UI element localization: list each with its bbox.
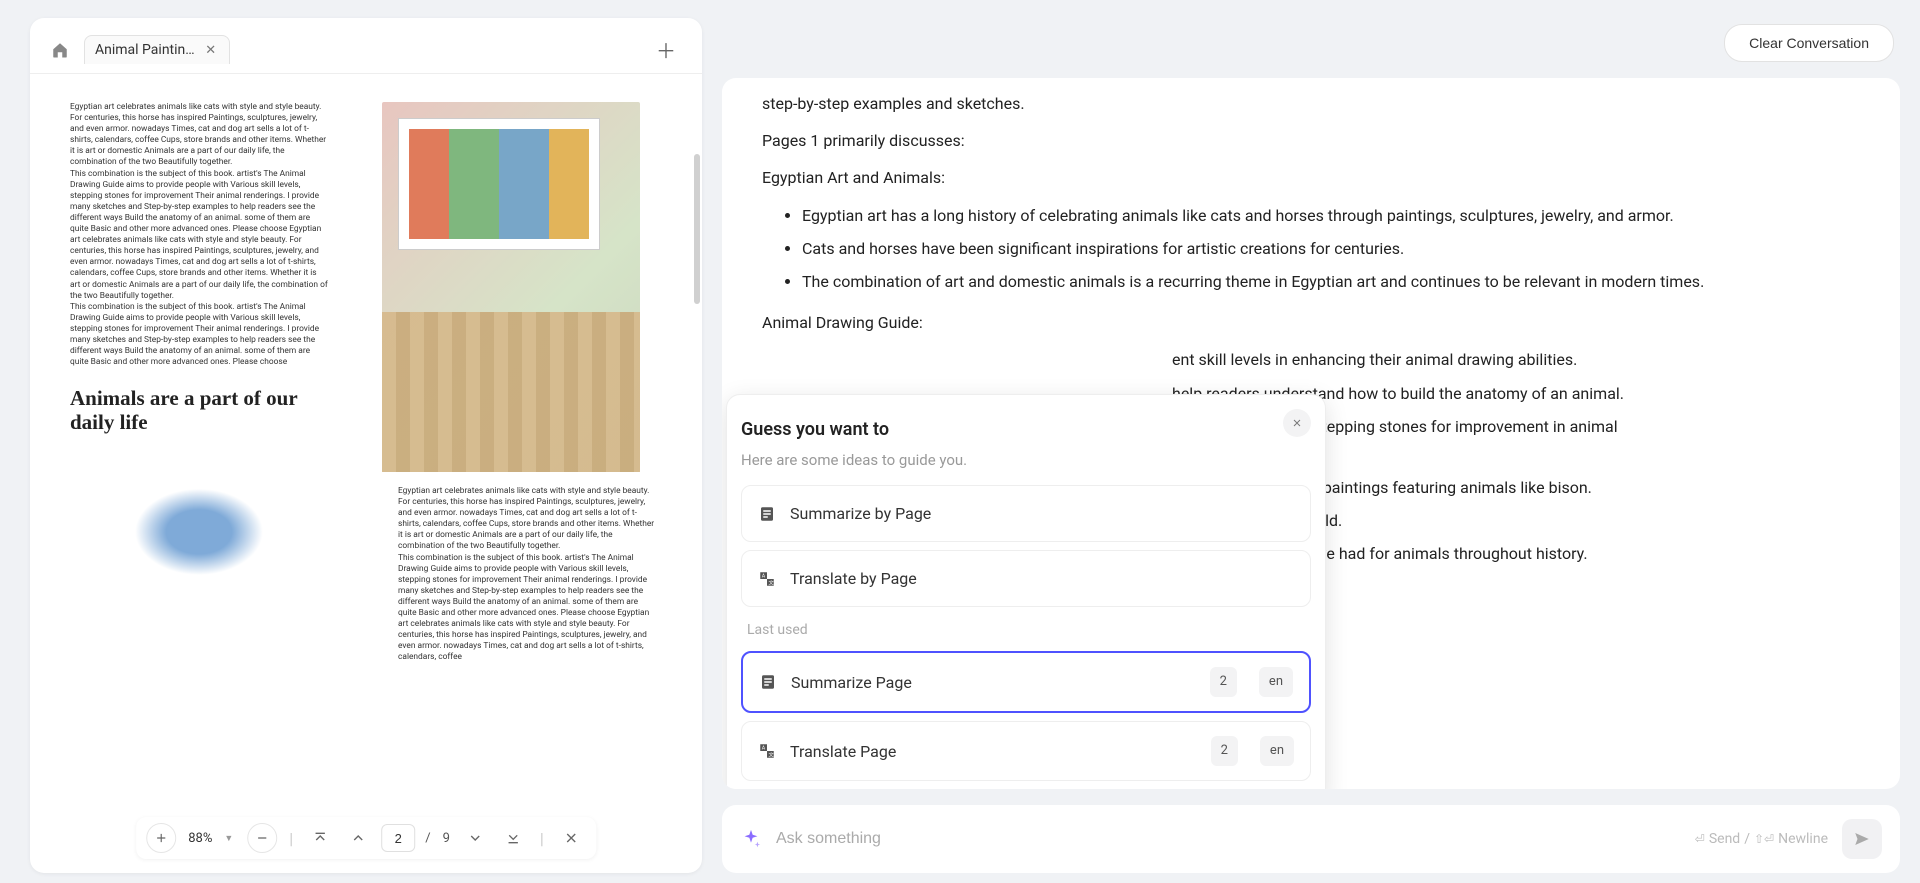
document-image-butterfly bbox=[70, 445, 328, 603]
chat-bullet: Egyptian art has a long history of celeb… bbox=[802, 202, 1860, 229]
plus-icon bbox=[154, 831, 168, 845]
last-page-button[interactable] bbox=[498, 823, 528, 853]
document-panel: Animal Paintin… ✕ ＋ Egyptian art celebra… bbox=[30, 18, 702, 873]
chat-text: step-by-step examples and sketches. bbox=[762, 90, 1860, 117]
chevron-up-icon bbox=[350, 830, 366, 846]
chat-messages: step-by-step examples and sketches. Page… bbox=[722, 78, 1900, 789]
suggestion-label: Summarize by Page bbox=[790, 500, 931, 527]
tab-bar: Animal Paintin… ✕ ＋ bbox=[30, 18, 702, 74]
add-tab-button[interactable]: ＋ bbox=[650, 34, 682, 66]
suggestion-label: Translate Page bbox=[790, 738, 896, 765]
chat-input[interactable] bbox=[776, 830, 1681, 848]
svg-text:A: A bbox=[762, 573, 766, 579]
page-total: 9 bbox=[441, 831, 452, 846]
separator: | bbox=[536, 829, 548, 848]
suggestion-translate-page[interactable]: A文 Translate Page 2 en bbox=[741, 721, 1311, 781]
zoom-in-button[interactable] bbox=[146, 823, 176, 853]
suggestion-summarize-by-page[interactable]: Summarize by Page bbox=[741, 485, 1311, 542]
doc-paragraph: Egyptian art celebrates animals like cat… bbox=[398, 486, 656, 553]
viewer-toolbar: 88% ▼ | / 9 | bbox=[136, 817, 596, 859]
suggestions-popover: Guess you want to Here are some ideas to… bbox=[726, 394, 1326, 789]
badge-lang: en bbox=[1259, 667, 1293, 697]
chat-bullet-list: Egyptian art has a long history of celeb… bbox=[802, 202, 1860, 296]
zoom-dropdown[interactable]: ▼ bbox=[224, 833, 233, 844]
send-button[interactable] bbox=[1842, 819, 1882, 859]
tab-title: Animal Paintin… bbox=[95, 42, 195, 58]
translate-icon: A文 bbox=[758, 570, 776, 588]
document-icon bbox=[759, 673, 777, 691]
chevron-down-icon bbox=[467, 830, 483, 846]
suggestion-label: Summarize Page bbox=[791, 669, 912, 696]
enter-key-icon: ⏎ bbox=[1695, 832, 1705, 846]
separator: | bbox=[285, 829, 297, 848]
suggestion-label: Translate by Page bbox=[790, 565, 917, 592]
first-page-button[interactable] bbox=[305, 823, 335, 853]
chat-bullet: The combination of art and domestic anim… bbox=[802, 268, 1860, 295]
home-button[interactable] bbox=[42, 32, 78, 68]
chat-text: Pages 1 primarily discusses: bbox=[762, 127, 1860, 154]
doc-heading: Animals are a part of our daily life bbox=[70, 386, 328, 434]
chat-panel: Clear Conversation step-by-step examples… bbox=[712, 0, 1920, 883]
popover-close-button[interactable] bbox=[1283, 409, 1311, 437]
hint-newline: Newline bbox=[1778, 831, 1828, 847]
prev-page-button[interactable] bbox=[343, 823, 373, 853]
send-icon bbox=[1853, 830, 1871, 848]
badge-page: 2 bbox=[1211, 736, 1238, 766]
input-hint: ⏎ Send / ⇧⏎ Newline bbox=[1695, 831, 1828, 847]
hint-sep: / bbox=[1744, 831, 1750, 847]
popover-section-label: Last used bbox=[747, 619, 1311, 643]
badge-page: 2 bbox=[1210, 667, 1237, 697]
popover-subtitle: Here are some ideas to guide you. bbox=[741, 448, 1311, 474]
translate-icon: A文 bbox=[758, 742, 776, 760]
suggestion-translate-by-page[interactable]: A文 Translate by Page bbox=[741, 550, 1311, 607]
doc-paragraph: This combination is the subject of this … bbox=[398, 553, 656, 664]
svg-text:A: A bbox=[762, 746, 766, 752]
next-page-button[interactable] bbox=[460, 823, 490, 853]
tab-close-button[interactable]: ✕ bbox=[203, 42, 219, 58]
chat-text: Egyptian Art and Animals: bbox=[762, 164, 1860, 191]
document-image-paints bbox=[382, 102, 640, 472]
close-icon bbox=[563, 830, 579, 846]
close-toolbar-button[interactable] bbox=[556, 823, 586, 853]
chevron-up-bar-icon bbox=[312, 830, 328, 846]
zoom-value: 88% bbox=[184, 831, 216, 846]
suggestion-summarize-page[interactable]: Summarize Page 2 en bbox=[741, 651, 1311, 713]
clear-conversation-button[interactable]: Clear Conversation bbox=[1724, 24, 1894, 62]
chat-bullet: Cats and horses have been significant in… bbox=[802, 235, 1860, 262]
page-separator: / bbox=[423, 831, 432, 846]
chat-header: Clear Conversation bbox=[722, 18, 1900, 78]
document-icon bbox=[758, 505, 776, 523]
shift-enter-key-icon: ⇧⏎ bbox=[1754, 832, 1774, 846]
badge-lang: en bbox=[1260, 736, 1294, 766]
doc-paragraph: This combination is the subject of this … bbox=[70, 169, 328, 302]
minus-icon bbox=[255, 831, 269, 845]
close-icon bbox=[1291, 417, 1303, 429]
chat-input-bar: ⏎ Send / ⇧⏎ Newline bbox=[722, 805, 1900, 873]
doc-paragraph: Egyptian art celebrates animals like cat… bbox=[70, 102, 328, 169]
hint-send: Send bbox=[1709, 831, 1740, 847]
sparkle-icon bbox=[740, 828, 762, 850]
chat-bullet: ent skill levels in enhancing their anim… bbox=[1172, 346, 1860, 373]
document-tab[interactable]: Animal Paintin… ✕ bbox=[84, 35, 230, 64]
doc-paragraph: This combination is the subject of this … bbox=[70, 302, 328, 369]
chat-text: Animal Drawing Guide: bbox=[762, 309, 1860, 336]
scrollbar[interactable] bbox=[694, 154, 700, 304]
page-number-input[interactable] bbox=[381, 824, 415, 852]
popover-title: Guess you want to bbox=[741, 415, 1311, 446]
zoom-out-button[interactable] bbox=[247, 823, 277, 853]
document-viewer[interactable]: Egyptian art celebrates animals like cat… bbox=[30, 74, 702, 873]
home-icon bbox=[51, 41, 69, 59]
chevron-down-bar-icon bbox=[505, 830, 521, 846]
